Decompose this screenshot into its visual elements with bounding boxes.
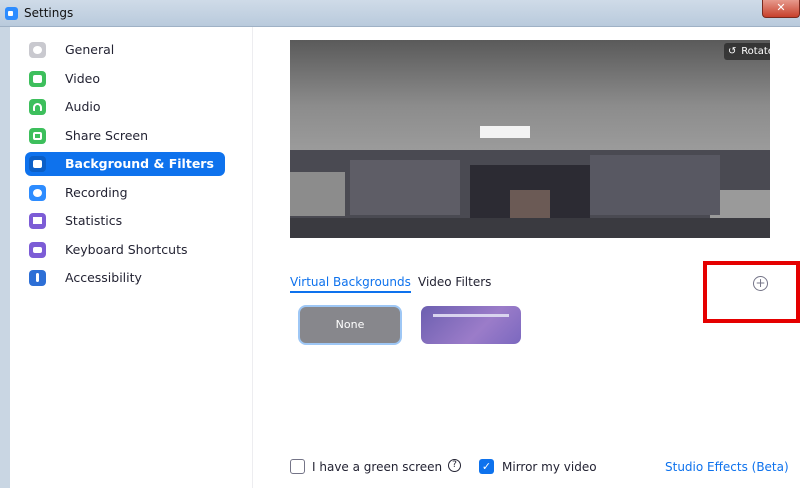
sidebar-item-background-filters[interactable]: Background & Filters xyxy=(25,152,225,176)
tab-video-filters[interactable]: Video Filters xyxy=(418,275,491,289)
preview-blur-right xyxy=(590,155,720,215)
sidebar-item-recording[interactable]: Recording xyxy=(25,181,225,205)
rotate-label: Rotate 90° xyxy=(741,46,770,57)
share-screen-icon xyxy=(29,128,46,144)
sidebar-item-video[interactable]: Video xyxy=(25,67,225,91)
green-screen-label: I have a green screen xyxy=(312,460,443,474)
preview-desk xyxy=(290,218,770,238)
sidebar-item-label: General xyxy=(65,42,115,57)
add-background-button[interactable]: + xyxy=(753,276,768,291)
sidebar-item-statistics[interactable]: Statistics xyxy=(25,209,225,233)
background-none-option[interactable]: None xyxy=(298,305,402,345)
sidebar-item-label: Share Screen xyxy=(65,128,149,143)
title-bar: Settings ✕ xyxy=(0,0,800,27)
sidebar-item-label: Keyboard Shortcuts xyxy=(65,242,188,257)
preview-window-left xyxy=(290,172,345,216)
close-button[interactable]: ✕ xyxy=(762,0,800,18)
sidebar-item-label: Statistics xyxy=(65,213,123,228)
recording-icon xyxy=(29,185,46,201)
settings-main-panel: ↺ Rotate 90° Virtual Backgrounds Video F… xyxy=(254,27,800,488)
preview-ceiling xyxy=(290,40,770,150)
settings-window: Settings ✕ General Video Audio Share Scr… xyxy=(0,0,800,488)
sidebar-item-label: Audio xyxy=(65,99,101,114)
zoom-app-icon xyxy=(5,7,18,20)
background-icon xyxy=(29,156,46,172)
rotate-icon: ↺ xyxy=(728,46,737,57)
window-frame-left xyxy=(0,27,10,488)
settings-sidebar: General Video Audio Share Screen Backgro… xyxy=(10,27,253,488)
thumbnail-caption-bar xyxy=(433,314,509,317)
statistics-icon xyxy=(29,213,46,229)
sidebar-item-label: Video xyxy=(65,71,101,86)
green-screen-checkbox[interactable] xyxy=(290,459,305,474)
studio-effects-link[interactable]: Studio Effects (Beta) xyxy=(665,460,789,474)
rotate-button[interactable]: ↺ Rotate 90° xyxy=(724,43,770,60)
video-preview: ↺ Rotate 90° xyxy=(290,40,770,238)
sidebar-item-label: Recording xyxy=(65,185,128,200)
sidebar-item-keyboard-shortcuts[interactable]: Keyboard Shortcuts xyxy=(25,238,225,262)
headphones-icon xyxy=(29,99,46,115)
window-title: Settings xyxy=(24,6,74,20)
sidebar-item-accessibility[interactable]: Accessibility xyxy=(25,266,225,290)
mirror-video-label: Mirror my video xyxy=(502,460,597,474)
mirror-video-checkbox[interactable]: ✓ xyxy=(479,459,494,474)
preview-light xyxy=(480,126,530,138)
tab-virtual-backgrounds[interactable]: Virtual Backgrounds xyxy=(290,275,411,293)
keyboard-icon xyxy=(29,242,46,258)
sidebar-item-general[interactable]: General xyxy=(25,38,225,62)
sidebar-item-share-screen[interactable]: Share Screen xyxy=(25,124,225,148)
background-image-option[interactable] xyxy=(421,306,521,344)
accessibility-icon xyxy=(29,270,46,286)
preview-blur-left xyxy=(350,160,460,215)
sidebar-item-label: Background & Filters xyxy=(65,156,214,171)
sidebar-item-label: Accessibility xyxy=(65,270,142,285)
gear-icon xyxy=(29,42,46,58)
help-icon[interactable]: ? xyxy=(448,459,461,472)
red-highlight-annotation xyxy=(703,261,800,323)
sidebar-item-audio[interactable]: Audio xyxy=(25,95,225,119)
video-camera-icon xyxy=(29,71,46,87)
